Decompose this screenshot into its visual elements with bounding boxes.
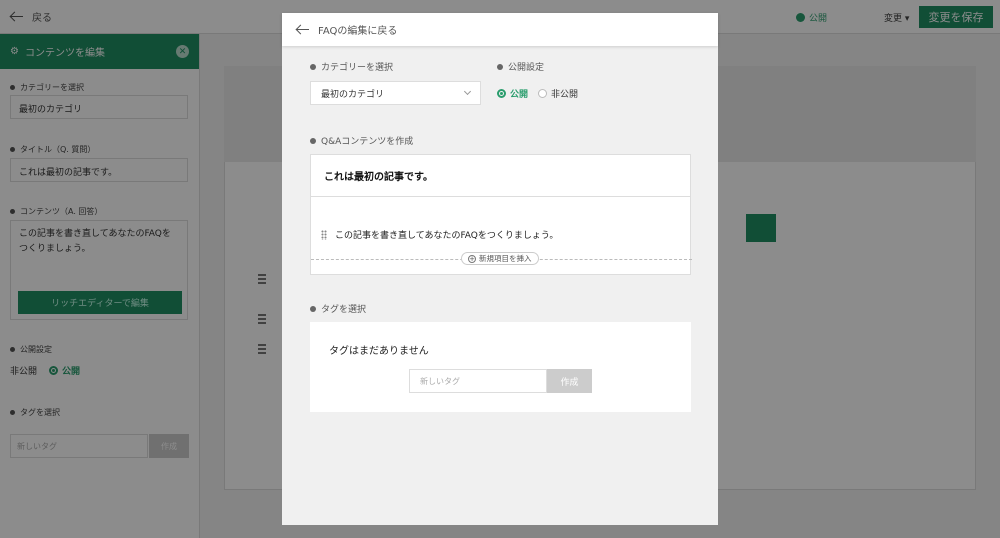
radio-unselected-icon — [538, 89, 548, 98]
drag-handle-icon[interactable] — [321, 229, 327, 240]
bullet-icon — [310, 305, 316, 312]
bullet-icon — [497, 63, 503, 70]
qa-card: これは最初の記事です。 この記事を書き直してあなたのFAQをつくりましょう。 +… — [310, 154, 692, 275]
category-section-label: カテゴリーを選択 — [310, 60, 393, 73]
publish-section-label: 公開設定 — [497, 60, 544, 73]
tag-section-label: タグを選択 — [310, 302, 366, 315]
qa-question[interactable]: これは最初の記事です。 — [311, 155, 690, 197]
modal-back-label: FAQの編集に戻る — [318, 26, 398, 37]
tag-empty-message: タグはまだありません — [329, 346, 429, 357]
radio-private[interactable]: 非公開 — [538, 87, 578, 100]
category-label-text: カテゴリーを選択 — [321, 63, 394, 73]
bullet-icon — [310, 63, 316, 70]
tag-panel: タグはまだありません 作成 — [310, 322, 691, 412]
radio-public[interactable]: 公開 — [497, 87, 528, 100]
radio-public-label: 公開 — [510, 90, 529, 100]
tag-label-text: タグを選択 — [321, 305, 367, 315]
qa-answer-text: この記事を書き直してあなたのFAQをつくりましょう。 — [335, 231, 559, 241]
insert-item-label: 新規項目を挿入 — [479, 254, 532, 263]
publish-radio-group: 公開 非公開 — [497, 87, 578, 100]
plus-circle-icon: + — [468, 254, 476, 263]
chevron-down-icon — [463, 87, 472, 96]
qa-section-label: Q&Aコンテンツを作成 — [310, 134, 413, 147]
modal-back-link[interactable]: FAQの編集に戻る — [282, 13, 718, 46]
radio-private-label: 非公開 — [551, 90, 579, 100]
arrow-left-icon — [296, 25, 310, 35]
qa-label-text: Q&Aコンテンツを作成 — [321, 137, 414, 147]
qa-edit-modal: FAQの編集に戻る カテゴリーを選択 最初のカテゴリ 公開設定 公開 非公開 Q… — [282, 13, 718, 525]
category-selected-value: 最初のカテゴリ — [321, 89, 385, 100]
new-tag-input[interactable] — [409, 369, 547, 393]
qa-answer-row[interactable]: この記事を書き直してあなたのFAQをつくりましょう。 — [321, 228, 558, 241]
create-tag-button[interactable]: 作成 — [547, 369, 592, 393]
radio-selected-icon — [497, 89, 506, 98]
bullet-icon — [310, 137, 316, 144]
category-select[interactable]: 最初のカテゴリ — [310, 81, 481, 105]
publish-label-text: 公開設定 — [508, 63, 545, 73]
insert-item-button[interactable]: + 新規項目を挿入 — [461, 252, 539, 265]
